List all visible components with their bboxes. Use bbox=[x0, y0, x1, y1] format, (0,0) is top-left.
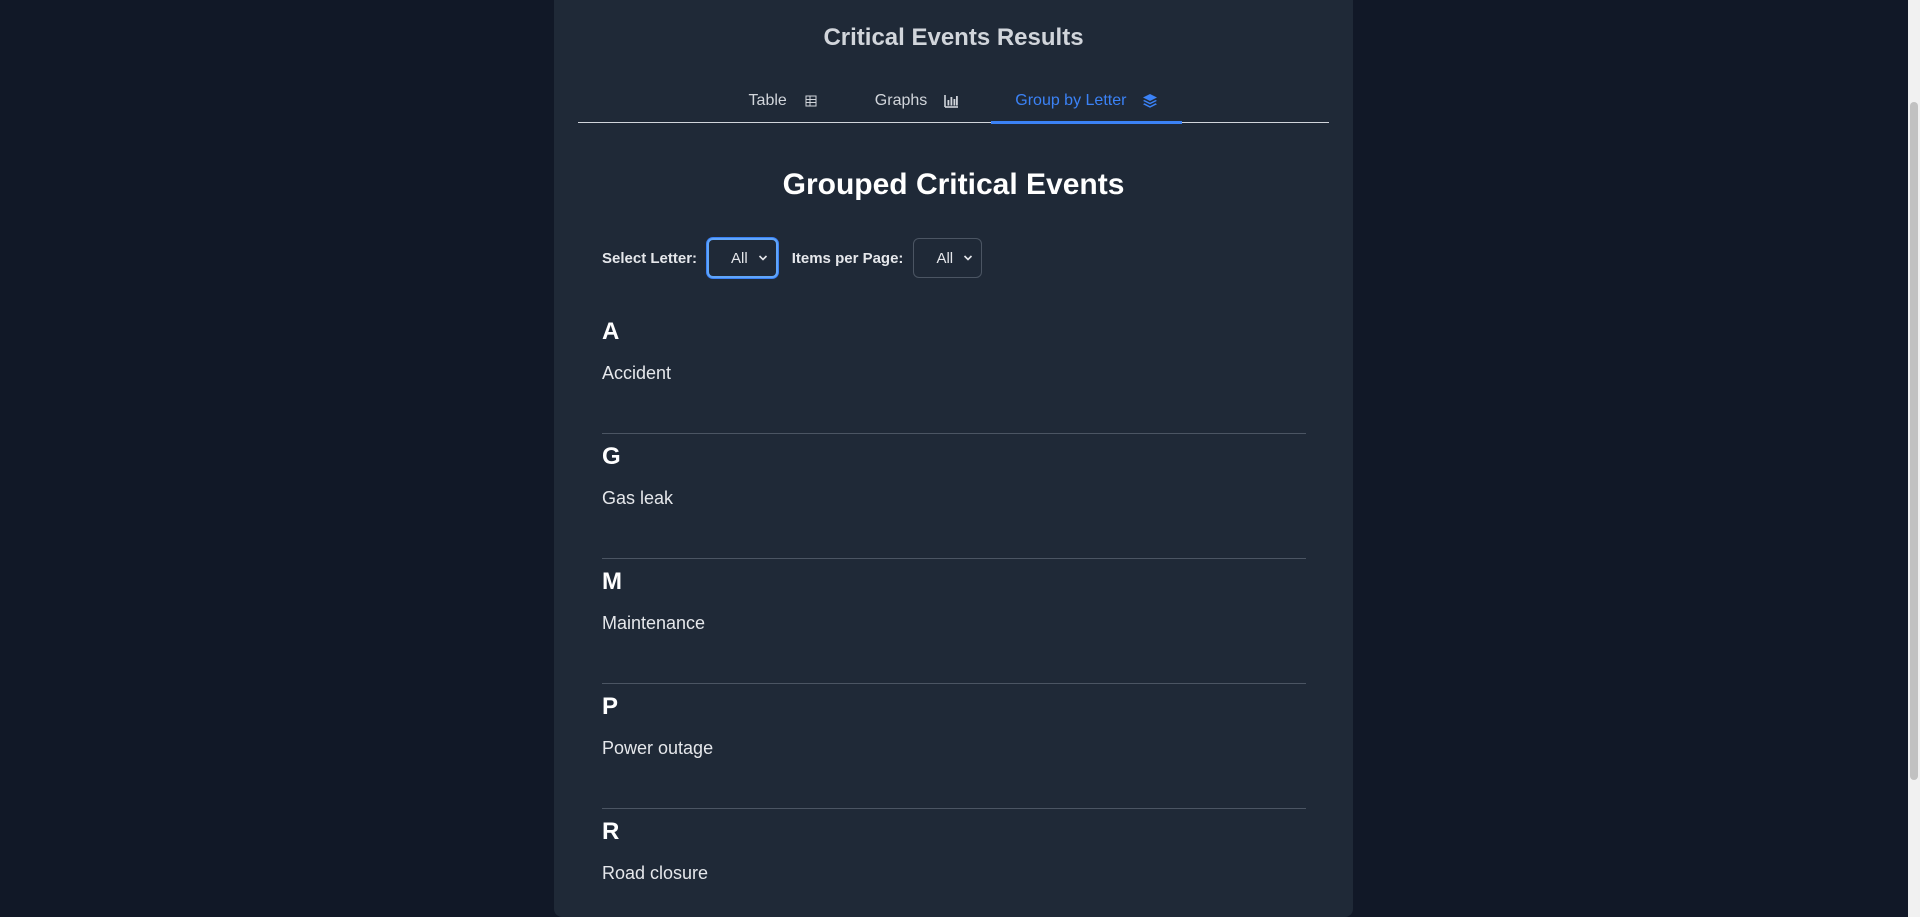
group-letter: R bbox=[602, 818, 620, 845]
select-letter-label: Select Letter: bbox=[602, 249, 698, 267]
tab-graphs[interactable]: Graphs bbox=[851, 79, 983, 122]
items-per-page-label: Items per Page: bbox=[791, 249, 904, 267]
letter-group: M Maintenance bbox=[602, 560, 1306, 684]
letter-group: P Power outage bbox=[602, 685, 1306, 809]
tab-graphs-label: Graphs bbox=[874, 91, 928, 109]
list-item: Road closure bbox=[602, 863, 709, 883]
section-title: Grouped Critical Events bbox=[782, 168, 1125, 201]
chevron-down-icon bbox=[758, 255, 767, 261]
tab-bar: Table Graphs Group by Letter bbox=[578, 79, 1329, 124]
letter-groups: A Accident G Gas leak M Maintenance P Po… bbox=[602, 310, 1306, 917]
list-item: Maintenance bbox=[602, 613, 706, 633]
items-per-page-value: All bbox=[936, 249, 954, 267]
tab-table[interactable]: Table bbox=[725, 79, 843, 122]
letter-select[interactable]: All bbox=[707, 238, 778, 278]
list-item: Power outage bbox=[602, 738, 714, 758]
group-letter: G bbox=[602, 443, 621, 470]
items-per-page-select[interactable]: All bbox=[913, 238, 983, 278]
page-title: Critical Events Results bbox=[823, 24, 1084, 51]
list-item: Gas leak bbox=[602, 488, 674, 508]
filter-controls: Select Letter: All Items per Page: All bbox=[602, 236, 996, 280]
bar-chart-icon bbox=[944, 94, 959, 108]
group-letter: P bbox=[602, 693, 619, 720]
layers-icon bbox=[1143, 93, 1158, 108]
page: Critical Events Results Table Graphs Gro… bbox=[0, 0, 1920, 917]
tab-group-by-letter[interactable]: Group by Letter bbox=[991, 79, 1183, 124]
group-letter: A bbox=[602, 318, 620, 345]
scrollbar-thumb[interactable] bbox=[1910, 102, 1918, 780]
page-scrollbar[interactable] bbox=[1908, 0, 1920, 917]
list-item: Accident bbox=[602, 363, 672, 383]
tab-table-label: Table bbox=[748, 91, 787, 109]
letter-select-value: All bbox=[731, 249, 748, 267]
chevron-down-icon bbox=[964, 255, 973, 261]
group-letter: M bbox=[602, 568, 622, 595]
tab-group-by-letter-label: Group by Letter bbox=[1015, 91, 1127, 109]
results-panel: Critical Events Results Table Graphs Gro… bbox=[554, 0, 1353, 917]
letter-group: A Accident bbox=[602, 310, 1306, 434]
letter-group: G Gas leak bbox=[602, 435, 1306, 559]
table-icon bbox=[805, 95, 817, 106]
letter-group: R Road closure bbox=[602, 810, 1306, 917]
